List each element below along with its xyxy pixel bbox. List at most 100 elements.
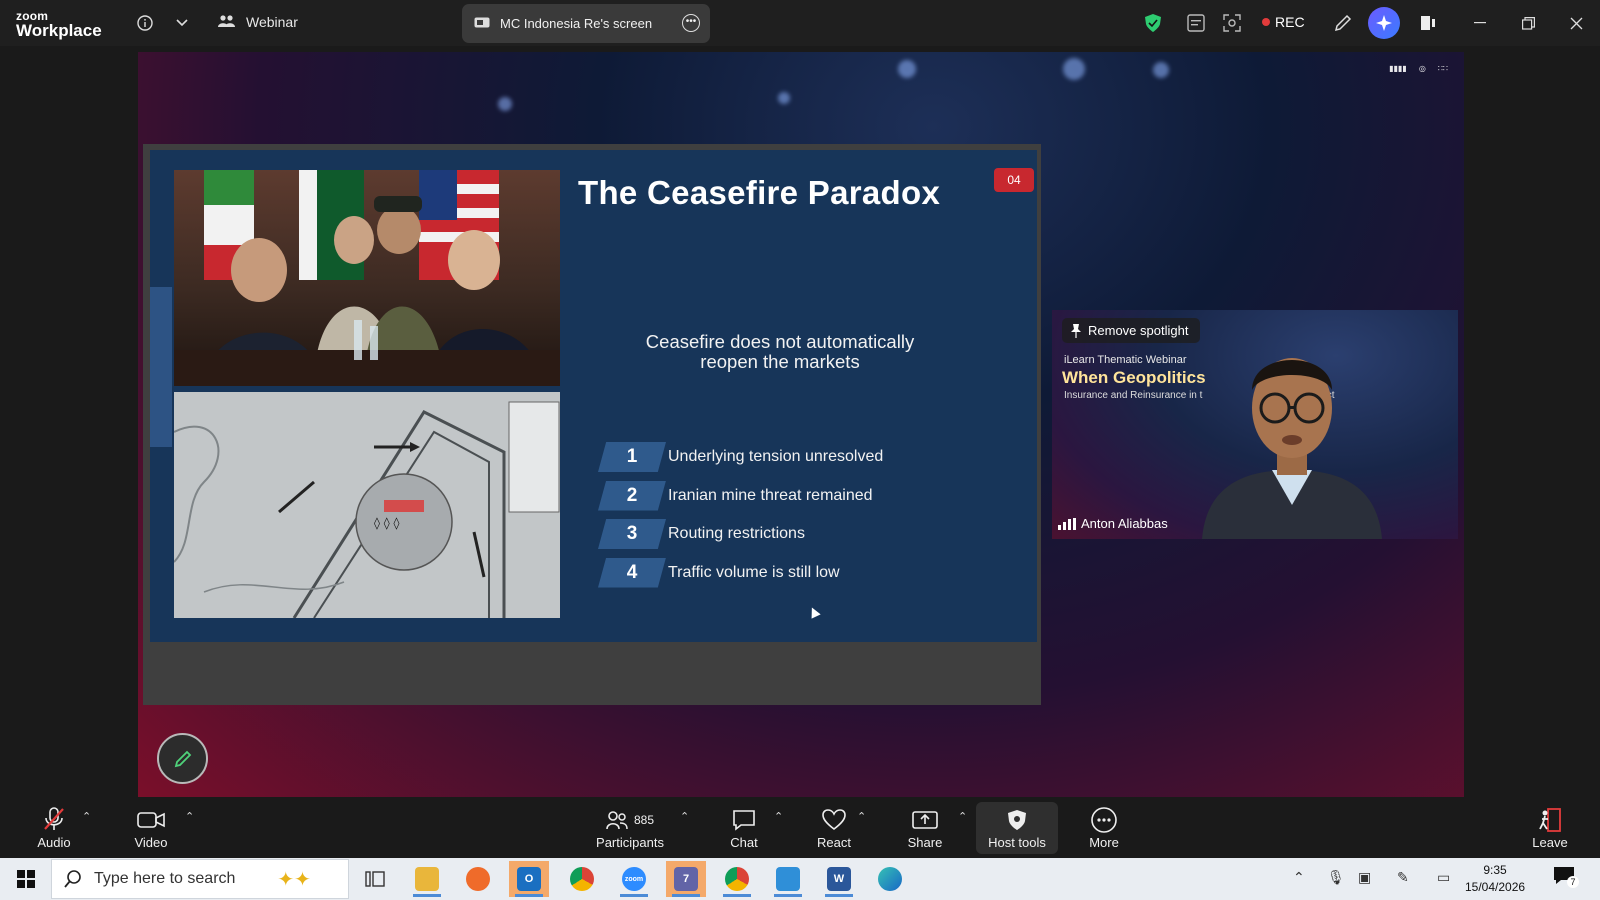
host-tools-button[interactable]: Host tools [976,802,1058,854]
leave-door-icon [1539,807,1561,832]
host-tools-label: Host tools [988,834,1046,850]
apps-panel-icon[interactable] [1418,13,1438,33]
participants-options-chevron-icon[interactable]: ⌃ [680,810,689,823]
notifications-button[interactable]: 7 [1553,866,1579,889]
audio-button[interactable]: Audio [30,802,78,854]
taskbar-photos[interactable] [768,861,808,897]
more-options-icon[interactable]: ••• [682,14,700,32]
chrome-icon [570,867,594,891]
show-hidden-icons-chevron-icon[interactable]: ⌃ [1293,869,1305,886]
overlay-webinar-subtitle: Insurance and Reinsurance in t [1064,390,1203,401]
slide-number-badge: 04 [994,168,1034,192]
clock-date: 15/04/2026 [1465,880,1526,894]
chat-bubble-icon [733,809,755,831]
point-text: Underlying tension unresolved [668,448,884,465]
edge-icon [878,867,902,891]
share-label: Share [907,834,943,850]
info-icon[interactable] [135,13,155,33]
connection-signal-icon [1058,517,1076,530]
rec-label: REC [1275,14,1305,30]
recording-indicator[interactable]: REC [1262,14,1305,30]
slide-accent-strip [150,287,172,447]
recording-dot-icon [1262,18,1270,26]
taskbar-teams[interactable]: 7 [666,861,706,897]
video-button[interactable]: Video [126,802,176,854]
chat-button[interactable]: Chat [724,802,764,854]
slide-title: The Ceasefire Paradox [578,174,941,211]
shared-screen-label: MC Indonesia Re's screen [500,16,653,31]
chrome-icon [725,867,749,891]
minimize-icon[interactable] [1470,13,1490,33]
annotate-button[interactable] [157,733,208,784]
slide-point: 4 Traffic volume is still low [598,557,883,588]
shared-screen-tab[interactable]: MC Indonesia Re's screen ••• [462,4,710,43]
ai-companion-button[interactable] [1368,7,1400,39]
video-label: Video [134,834,168,850]
close-icon[interactable] [1566,13,1586,33]
speaker-figure [1202,358,1382,539]
search-icon [64,870,81,888]
taskbar-chrome[interactable] [717,861,757,897]
firefox-icon [466,867,490,891]
point-number: 4 [598,557,666,588]
focus-view-icon[interactable] [1222,13,1242,33]
react-label: React [817,834,851,850]
task-view-icon [365,871,385,887]
chat-options-chevron-icon[interactable]: ⌃ [774,810,783,823]
participants-icon [606,810,628,829]
participant-count: 885 [633,812,655,827]
participants-button[interactable]: 885 Participants [594,802,666,854]
restore-icon[interactable] [1518,13,1538,33]
react-button[interactable]: React [812,802,856,854]
point-number: 2 [598,480,666,511]
taskbar-word[interactable]: W [819,861,859,897]
react-options-chevron-icon[interactable]: ⌃ [857,810,866,823]
microphone-muted-icon [44,806,64,830]
taskbar-search-box[interactable]: Type here to search ✦✦ [51,859,349,899]
slide-point: 1 Underlying tension unresolved [598,442,883,472]
strait-chart-map: ◊ ◊ ◊ [174,392,560,618]
keyboard-tray-icon[interactable]: ▭ [1437,869,1450,886]
presentation-slide: ◊ ◊ ◊ The Ceasefire Paradox 04 Ceasefire… [150,150,1037,642]
task-view-button[interactable] [355,861,395,897]
chat-label: Chat [730,834,758,850]
taskbar-firefox[interactable] [458,861,498,897]
display-tray-icon[interactable]: ▣ [1358,869,1371,886]
search-highlight-sparkle-icon: ✦✦ [277,868,311,891]
sparkle-icon [1376,15,1392,31]
taskbar-chrome-profile[interactable] [562,861,602,897]
audio-options-chevron-icon[interactable]: ⌃ [82,810,91,823]
share-button[interactable]: Share [904,802,946,854]
taskbar-outlook[interactable]: O [509,861,549,897]
slide-point: 2 Iranian mine threat remained [598,480,883,511]
captions-icon[interactable] [1186,13,1206,33]
webinar-indicator[interactable]: Webinar [218,14,298,30]
chevron-down-icon[interactable] [172,13,192,33]
point-text: Traffic volume is still low [668,563,840,581]
remove-spotlight-button[interactable]: Remove spotlight [1062,318,1201,343]
danantara-logo-icon: ▮▮▮▮ [1389,64,1407,73]
speaker-name: Anton Aliabbas [1081,516,1168,531]
svg-text:◊ ◊ ◊: ◊ ◊ ◊ [374,516,399,530]
annotate-pen-icon[interactable] [1333,13,1353,33]
speaker-video-tile[interactable]: iLearn Thematic Webinar When Geopolitics… [1052,310,1458,539]
audio-label: Audio [37,834,71,850]
background-light [1153,62,1169,78]
taskbar-edge[interactable] [870,861,910,897]
sponsor-logos: ▮▮▮▮ ◎ ∷∷ [1389,64,1448,73]
share-options-chevron-icon[interactable]: ⌃ [958,810,967,823]
leave-label: Leave [1532,834,1568,850]
security-shield-icon[interactable] [1143,13,1163,33]
start-button[interactable] [6,861,46,897]
leave-button[interactable]: Leave [1528,802,1572,854]
taskbar-clock[interactable]: 9:35 15/04/2026 [1465,862,1525,896]
video-options-chevron-icon[interactable]: ⌃ [185,810,194,823]
taskbar-zoom[interactable]: zoom [614,861,654,897]
pen-tray-icon[interactable]: ✎ [1397,869,1409,886]
microphone-tray-icon[interactable]: 🎙 [1327,869,1345,886]
slide-point: 3 Routing restrictions [598,519,883,549]
more-button[interactable]: More [1084,802,1124,854]
participants-label: Participants [596,834,664,850]
taskbar-file-explorer[interactable] [407,861,447,897]
windows-taskbar: Type here to search ✦✦ O zoom 7 W ⌃ 🎙 ▣ … [0,858,1600,900]
